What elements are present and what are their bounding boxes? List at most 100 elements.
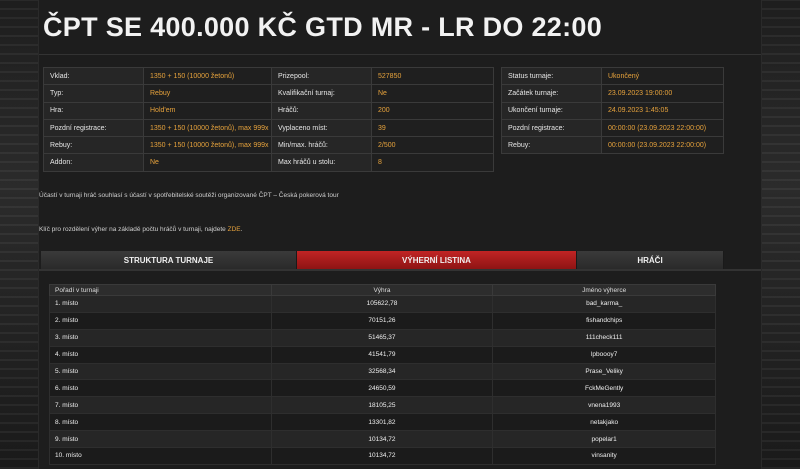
prize-amount: 105622,78 bbox=[270, 295, 494, 313]
prize-list-table: Pořadí v turnaji Výhra Jméno výherce 1. … bbox=[49, 284, 716, 465]
info-row: Rebuy: 00:00:00 (23.09.2023 22:00:00) bbox=[501, 136, 724, 155]
page-title: ČPT SE 400.000 KČ GTD MR - LR DO 22:00 bbox=[43, 12, 603, 42]
table-row: 4. místo 41541,79 lpbooоy7 bbox=[49, 345, 716, 364]
tab-prize-list[interactable]: VÝHERNÍ LISTINA bbox=[297, 251, 577, 269]
header-prize: Výhra bbox=[270, 284, 494, 296]
info-row: Status turnaje: Ukončený bbox=[501, 66, 724, 86]
tab-underline bbox=[39, 269, 761, 271]
info-label: Začátek turnaje: bbox=[501, 84, 602, 103]
info-row: Max hráčů u stolu: 8 bbox=[271, 153, 494, 172]
prize-position: 5. místo bbox=[49, 362, 272, 381]
info-value: 00:00:00 (23.09.2023 22:00:00) bbox=[601, 118, 724, 138]
prize-position: 6. místo bbox=[49, 379, 272, 398]
prize-position: 9. místo bbox=[49, 430, 272, 449]
tab-structure[interactable]: STRUKTURA TURNAJE bbox=[41, 251, 297, 269]
info-row: Vklad: 1350 + 150 (10000 žetonů) bbox=[43, 66, 276, 86]
payout-key-link[interactable]: ZDE bbox=[228, 226, 241, 233]
table-row: 10. místo 10134,72 vinsanity bbox=[49, 447, 716, 465]
prize-position: 2. místo bbox=[49, 311, 272, 330]
prize-amount: 10134,72 bbox=[270, 447, 494, 465]
info-row: Typ: Rebuy bbox=[43, 84, 276, 103]
info-value: 24.09.2023 1:45:05 bbox=[601, 101, 724, 120]
info-label: Vklad: bbox=[43, 66, 144, 86]
prize-amount: 24650,59 bbox=[270, 379, 494, 398]
table-row: 6. místo 24650,59 FckMeGently bbox=[49, 379, 716, 398]
payout-key-text: Klíč pro rozdělení výher na základě počt… bbox=[39, 226, 226, 233]
info-value: 00:00:00 (23.09.2023 22:00:00) bbox=[601, 136, 724, 155]
info-row: Začátek turnaje: 23.09.2023 19:00:00 bbox=[501, 84, 724, 103]
info-label: Hráčů: bbox=[271, 101, 372, 120]
prize-winner-name: netakjako bbox=[492, 413, 716, 432]
tournament-info-buyin-table: Vklad: 1350 + 150 (10000 žetonů) Typ: Rebuy… bbox=[43, 66, 276, 172]
info-label: Hra: bbox=[43, 101, 144, 120]
info-row: Pozdní registrace: 1350 + 150 (10000 žeto… bbox=[43, 118, 276, 138]
competition-note: Účastí v turnaji hráč souhlasí s účastí … bbox=[39, 192, 339, 199]
prize-winner-name: 111check111 bbox=[492, 328, 716, 347]
info-label: Prizepool: bbox=[271, 66, 372, 86]
table-row: 9. místo 10134,72 popelar1 bbox=[49, 430, 716, 449]
info-label: Pozdní registrace: bbox=[43, 118, 144, 138]
info-row: Hráčů: 200 bbox=[271, 101, 494, 120]
tournament-tabs: STRUKTURA TURNAJE VÝHERNÍ LISTINA HRÁČI bbox=[41, 251, 724, 269]
tab-players[interactable]: HRÁČI bbox=[577, 251, 724, 269]
background-stadium-left bbox=[0, 0, 38, 469]
prize-winner-name: lpbooоy7 bbox=[492, 345, 716, 364]
tournament-info-players-table: Prizepool: 527850 Kvalifikační turnaj: Ne Hr… bbox=[271, 66, 494, 172]
info-row: Prizepool: 527850 bbox=[271, 66, 494, 86]
info-value: 1350 + 150 (10000 žetonů) bbox=[143, 66, 276, 86]
info-value: 1350 + 150 (10000 žetonů), max 999x bbox=[143, 136, 276, 155]
info-value: 2/500 bbox=[371, 136, 494, 155]
info-label: Status turnaje: bbox=[501, 66, 602, 86]
info-row: Hra: Hold'em bbox=[43, 101, 276, 120]
info-value: Hold'em bbox=[143, 101, 276, 120]
prize-winner-name: fishandchips bbox=[492, 311, 716, 330]
prize-amount: 70151,26 bbox=[270, 311, 494, 330]
payout-key-note: Klíč pro rozdělení výher na základě počt… bbox=[39, 226, 242, 233]
prize-amount: 18105,25 bbox=[270, 396, 494, 415]
info-label: Kvalifikační turnaj: bbox=[271, 84, 372, 103]
info-value: Ne bbox=[371, 84, 494, 103]
info-row: Pozdní registrace: 00:00:00 (23.09.2023 2… bbox=[501, 118, 724, 138]
info-label: Ukončení turnaje: bbox=[501, 101, 602, 120]
table-row: 1. místo 105622,78 bad_karma_ bbox=[49, 295, 716, 313]
info-value: 527850 bbox=[371, 66, 494, 86]
header-position: Pořadí v turnaji bbox=[49, 284, 272, 296]
info-label: Addon: bbox=[43, 153, 144, 172]
table-row: 5. místo 32568,34 Prase_Veliky bbox=[49, 362, 716, 381]
background-stadium-right bbox=[762, 0, 800, 469]
payout-key-end: . bbox=[240, 226, 243, 233]
info-row: Addon: Ne bbox=[43, 153, 276, 172]
prize-winner-name: vnena1993 bbox=[492, 396, 716, 415]
info-value: 8 bbox=[371, 153, 494, 172]
prize-position: 8. místo bbox=[49, 413, 272, 432]
prize-amount: 41541,79 bbox=[270, 345, 494, 364]
table-row: 8. místo 13301,82 netakjako bbox=[49, 413, 716, 432]
info-label: Min/max. hráčů: bbox=[271, 136, 372, 155]
prize-winner-name: bad_karma_ bbox=[492, 295, 716, 313]
info-value: 39 bbox=[371, 118, 494, 138]
prize-winner-name: FckMeGently bbox=[492, 379, 716, 398]
info-label: Vyplaceno míst: bbox=[271, 118, 372, 138]
prize-position: 3. místo bbox=[49, 328, 272, 347]
prize-amount: 10134,72 bbox=[270, 430, 494, 449]
info-row: Min/max. hráčů: 2/500 bbox=[271, 136, 494, 155]
info-label: Max hráčů u stolu: bbox=[271, 153, 372, 172]
header-winner: Jméno výherce bbox=[492, 284, 716, 296]
prize-winner-name: popelar1 bbox=[492, 430, 716, 449]
table-row: 3. místo 51465,37 111check111 bbox=[49, 328, 716, 347]
info-value: Ne bbox=[143, 153, 276, 172]
title-divider bbox=[39, 54, 761, 55]
info-label: Pozdní registrace: bbox=[501, 118, 602, 138]
info-value: 1350 + 150 (10000 žetonů), max 999x bbox=[143, 118, 276, 138]
prize-winner-name: Prase_Veliky bbox=[492, 362, 716, 381]
prize-winner-name: vinsanity bbox=[492, 447, 716, 465]
info-value: 200 bbox=[371, 101, 494, 120]
prize-position: 7. místo bbox=[49, 396, 272, 415]
info-row: Rebuy: 1350 + 150 (10000 žetonů), max 999… bbox=[43, 136, 276, 155]
table-row: 2. místo 70151,26 fishandchips bbox=[49, 311, 716, 330]
info-value: Ukončený bbox=[601, 66, 724, 86]
prize-list-header-row: Pořadí v turnaji Výhra Jméno výherce bbox=[49, 284, 716, 296]
prize-position: 1. místo bbox=[49, 295, 272, 313]
tournament-info-status-table: Status turnaje: Ukončený Začátek turnaje: 2… bbox=[501, 66, 724, 155]
info-row: Vyplaceno míst: 39 bbox=[271, 118, 494, 138]
